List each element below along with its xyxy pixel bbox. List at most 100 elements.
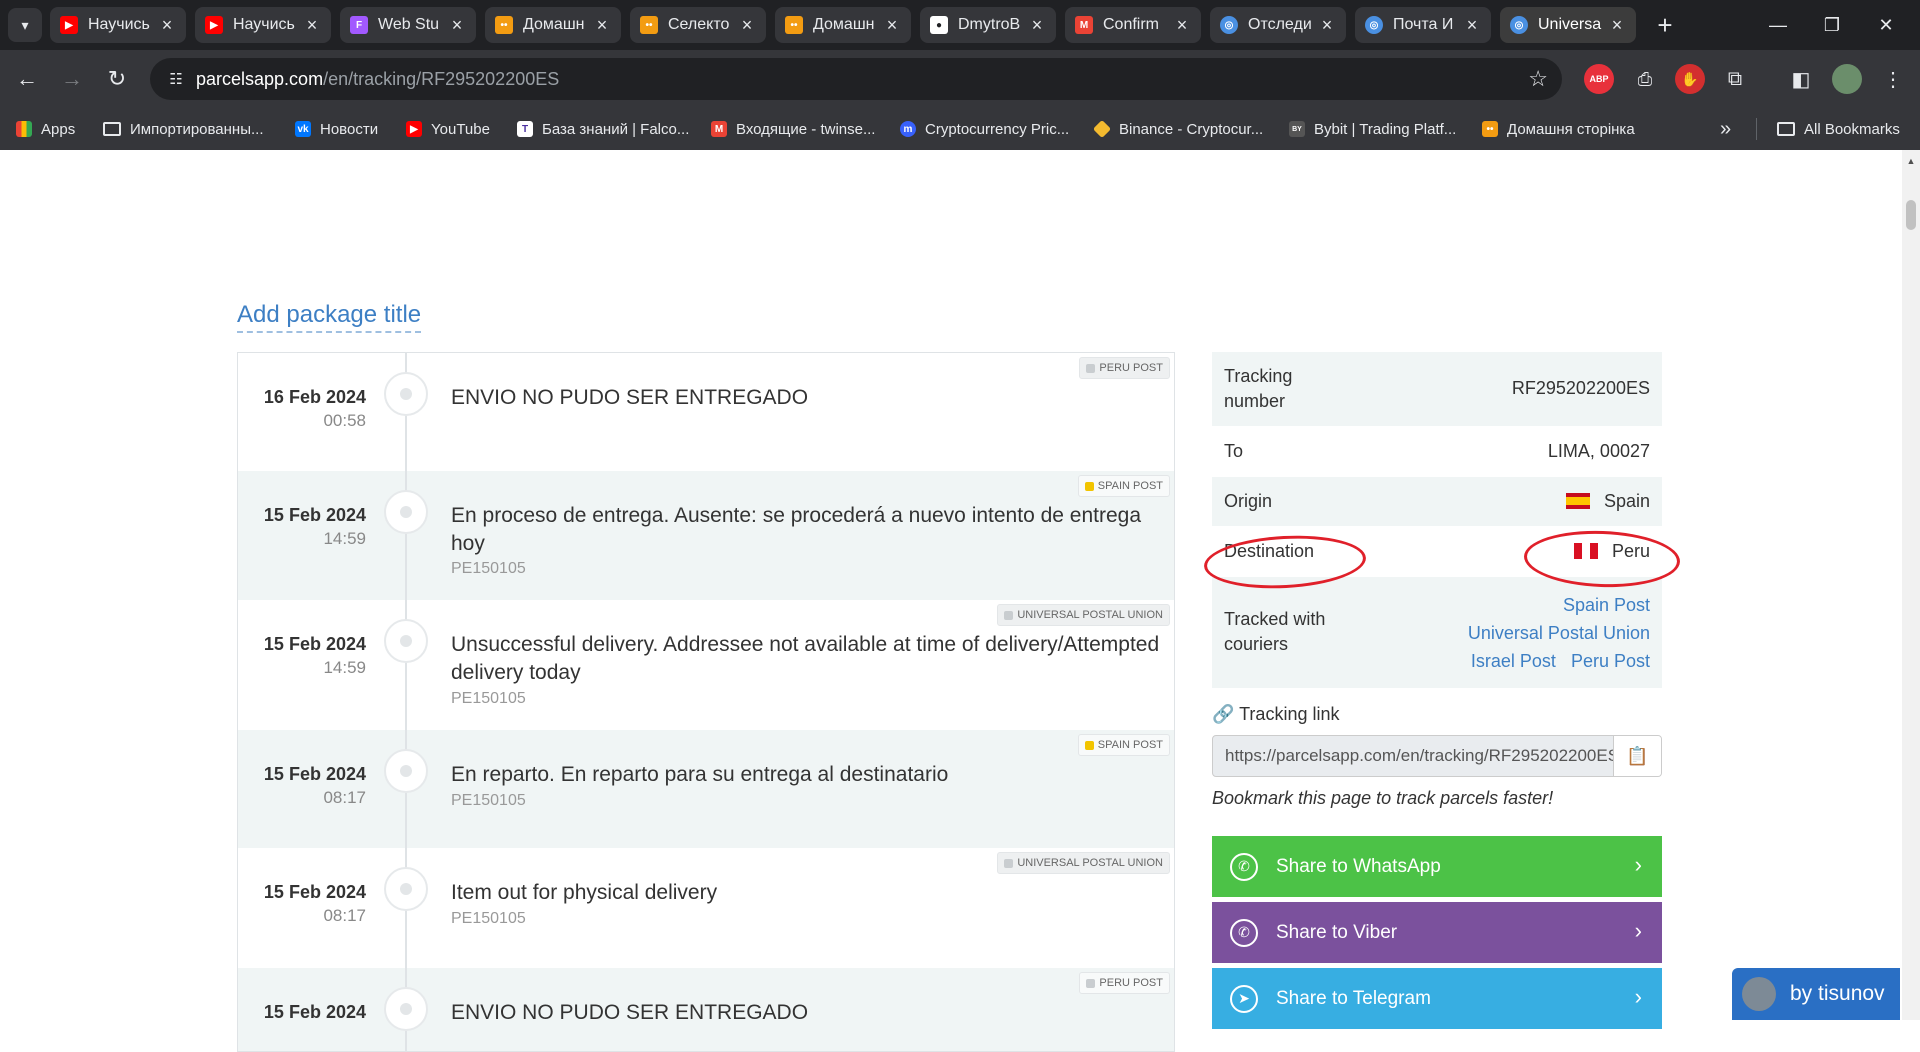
event-location: PE150105 <box>451 560 526 577</box>
close-icon[interactable]: × <box>883 15 901 36</box>
close-icon[interactable]: × <box>593 15 611 36</box>
tab-10[interactable]: ◎ Почта И × <box>1355 7 1491 43</box>
minimize-button[interactable]: — <box>1756 8 1800 42</box>
tab-7[interactable]: ● DmytroB × <box>920 7 1056 43</box>
timeline-dot <box>384 619 428 663</box>
tracking-number-value: RF295202200ES <box>1511 378 1650 398</box>
tab-8[interactable]: M Confirm × <box>1065 7 1201 43</box>
upu-logo-icon <box>1004 610 1014 620</box>
side-panel-icon[interactable]: ◧ <box>1786 64 1816 94</box>
bookmark-vk-news[interactable]: vk Новости <box>295 118 378 140</box>
close-icon[interactable]: × <box>1318 15 1336 36</box>
event-time: 14:59 <box>323 529 366 548</box>
folder-icon <box>103 122 121 136</box>
viber-icon: ✆ <box>1230 918 1258 947</box>
forward-button[interactable]: → <box>55 62 89 96</box>
courier-badge-label: PERU POST <box>1099 977 1163 989</box>
byline-badge[interactable]: by tisunov <box>1732 968 1900 1020</box>
bookmark-folder-imported[interactable]: Импортированны... <box>103 118 264 140</box>
scroll-up-arrow-icon[interactable]: ▲ <box>1906 156 1916 166</box>
courier-badge-label: UNIVERSAL POSTAL UNION <box>1017 857 1163 869</box>
timeline-dot <box>384 867 428 911</box>
scrollbar-thumb[interactable] <box>1906 200 1916 230</box>
bookmark-youtube[interactable]: ▶ YouTube <box>406 118 490 140</box>
tab-5[interactable]: •• Селекто × <box>630 7 766 43</box>
share-whatsapp-button[interactable]: ✆ Share to WhatsApp › <box>1212 836 1662 897</box>
restore-button[interactable]: ❐ <box>1810 8 1854 42</box>
link-icon: 🔗 <box>1212 704 1235 724</box>
bookmark-gmail[interactable]: M Входящие - twinse... <box>711 118 875 140</box>
tab-title: Отследи <box>1248 16 1312 33</box>
close-icon[interactable]: × <box>1173 15 1191 36</box>
adblock-icon[interactable]: ABP <box>1584 64 1614 94</box>
bookmark-falco[interactable]: T База знаний | Falco... <box>517 118 689 140</box>
tracking-events-timeline: 16 Feb 2024 00:58 ENVIO NO PUDO SER ENTR… <box>237 352 1175 1052</box>
close-icon[interactable]: × <box>1463 15 1481 36</box>
event-message: ENVIO NO PUDO SER ENTREGADO <box>451 386 809 409</box>
courier-badge: PERU POST <box>1079 357 1170 379</box>
courier-link-upu[interactable]: Universal Postal Union <box>1468 623 1650 643</box>
coinmarketcap-icon: m <box>900 121 916 137</box>
bookmark-bybit[interactable]: BY Bybit | Trading Platf... <box>1289 118 1456 140</box>
tracking-link-input[interactable]: https://parcelsapp.com/en/tracking/RF295… <box>1213 736 1613 776</box>
courier-link-peru-post[interactable]: Peru Post <box>1571 651 1650 671</box>
close-icon[interactable]: × <box>1608 15 1626 36</box>
tab-1[interactable]: ▶ Научись × <box>50 7 186 43</box>
site-info-icon[interactable]: ☷ <box>156 70 196 88</box>
close-icon[interactable]: × <box>158 15 176 36</box>
bookmark-star-icon[interactable]: ☆ <box>1528 66 1548 92</box>
bookmark-coinmarketcap[interactable]: m Cryptocurrency Pric... <box>900 118 1069 140</box>
share-label: Share to Viber <box>1276 921 1398 943</box>
site-icon: •• <box>1482 121 1498 137</box>
courier-badge-label: SPAIN POST <box>1097 480 1163 492</box>
more-bookmarks-chevron-icon[interactable]: » <box>1720 118 1731 140</box>
upu-logo-icon <box>1004 858 1014 868</box>
stop-hand-icon[interactable]: ✋ <box>1675 64 1705 94</box>
bookmark-home-page[interactable]: •• Домашня сторінка <box>1482 118 1635 140</box>
tab-active[interactable]: ◎ Universa × <box>1500 7 1636 43</box>
event-message: En proceso de entrega. Ausente: se proce… <box>451 504 1141 555</box>
tab-2[interactable]: ▶ Научись × <box>195 7 331 43</box>
tracking-info-panel: Tracking number RF295202200ES To LIMA, 0… <box>1212 352 1662 689</box>
toolbar: ← → ↻ ☷ parcelsapp.com/en/tracking/RF295… <box>0 50 1920 108</box>
tab-6[interactable]: •• Домашн × <box>775 7 911 43</box>
share-label: Share to Telegram <box>1276 987 1431 1009</box>
timeline-dot <box>384 749 428 793</box>
copy-clipboard-button[interactable]: 📋 <box>1613 736 1661 776</box>
bookmark-label: База знаний | Falco... <box>542 120 690 138</box>
add-package-title-link[interactable]: Add package title <box>237 301 422 333</box>
vk-icon: vk <box>295 121 311 137</box>
scrollbar[interactable]: ▲ <box>1902 150 1920 1020</box>
courier-link-spain-post[interactable]: Spain Post <box>1563 595 1650 615</box>
bookmark-label: Binance - Cryptocur... <box>1119 120 1264 138</box>
tracking-link-field[interactable]: https://parcelsapp.com/en/tracking/RF295… <box>1212 735 1662 777</box>
tab-9[interactable]: ◎ Отследи × <box>1210 7 1346 43</box>
close-icon[interactable]: × <box>448 15 466 36</box>
all-bookmarks-button[interactable]: All Bookmarks <box>1756 118 1900 140</box>
tab-title: Домашн <box>523 16 585 33</box>
chrome-menu-icon[interactable]: ⋮ <box>1878 64 1908 94</box>
timeline-dot <box>384 490 428 534</box>
close-window-button[interactable]: ✕ <box>1864 8 1908 42</box>
courier-link-israel-post[interactable]: Israel Post <box>1471 651 1556 671</box>
reload-button[interactable]: ↻ <box>100 62 134 96</box>
bookmark-binance[interactable]: Binance - Cryptocur... <box>1092 118 1264 140</box>
bookmark-label: Импортированны... <box>130 120 264 138</box>
tab-search-button[interactable]: ▾ <box>8 8 42 42</box>
profile-avatar[interactable] <box>1832 64 1862 94</box>
bookmark-apps[interactable]: Apps <box>16 118 75 140</box>
printer-extension-icon[interactable]: ⎙ <box>1630 64 1660 94</box>
close-icon[interactable]: × <box>1028 15 1046 36</box>
share-label: Share to WhatsApp <box>1276 855 1441 877</box>
extensions-puzzle-icon[interactable]: ⧉ <box>1720 64 1750 94</box>
event-message: Item out for physical delivery <box>451 881 718 904</box>
tab-3[interactable]: F Web Stu × <box>340 7 476 43</box>
close-icon[interactable]: × <box>738 15 756 36</box>
tab-4[interactable]: •• Домашн × <box>485 7 621 43</box>
address-bar[interactable]: ☷ parcelsapp.com/en/tracking/RF295202200… <box>150 58 1562 100</box>
new-tab-button[interactable]: + <box>1650 10 1680 40</box>
back-button[interactable]: ← <box>10 62 44 96</box>
share-viber-button[interactable]: ✆ Share to Viber › <box>1212 902 1662 963</box>
close-icon[interactable]: × <box>303 15 321 36</box>
bookmarks-bar: Apps Импортированны... vk Новости ▶ YouT… <box>0 108 1920 150</box>
